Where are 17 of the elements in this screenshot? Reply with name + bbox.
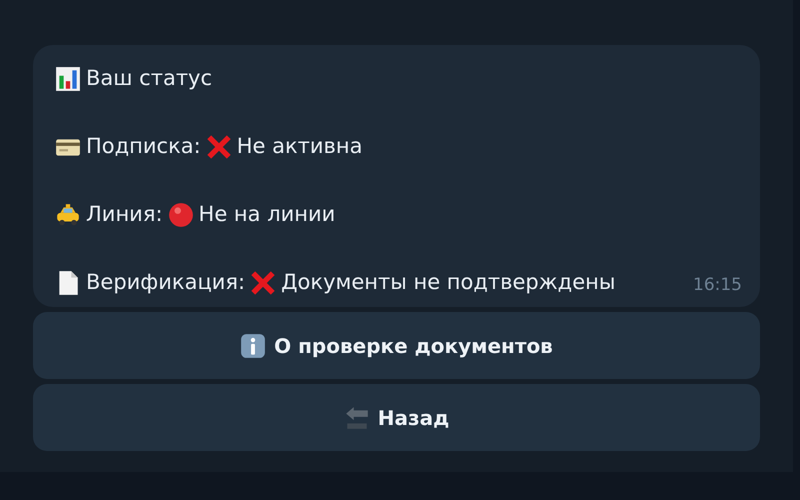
circle-icon bbox=[168, 202, 194, 228]
back-arrow-icon bbox=[344, 404, 370, 430]
status-value: Документы не подтверждены bbox=[281, 269, 616, 296]
inline-button[interactable]: О проверке документов bbox=[33, 312, 760, 379]
status-label: Верификация: bbox=[86, 269, 246, 296]
status-value: Не активна bbox=[236, 133, 363, 160]
status-value: Не на линии bbox=[198, 201, 336, 228]
status-label: Ваш статус bbox=[86, 65, 212, 92]
taxi-icon bbox=[55, 202, 81, 228]
inline-button[interactable]: Назад bbox=[33, 384, 760, 451]
cross-icon bbox=[250, 270, 276, 296]
status-label: Подписка: bbox=[86, 133, 201, 160]
status-label: Линия: bbox=[86, 201, 163, 228]
cross-icon bbox=[206, 134, 232, 160]
bar-chart-icon bbox=[55, 66, 81, 92]
message-time: 16:15 bbox=[693, 274, 742, 296]
info-icon bbox=[240, 332, 266, 358]
